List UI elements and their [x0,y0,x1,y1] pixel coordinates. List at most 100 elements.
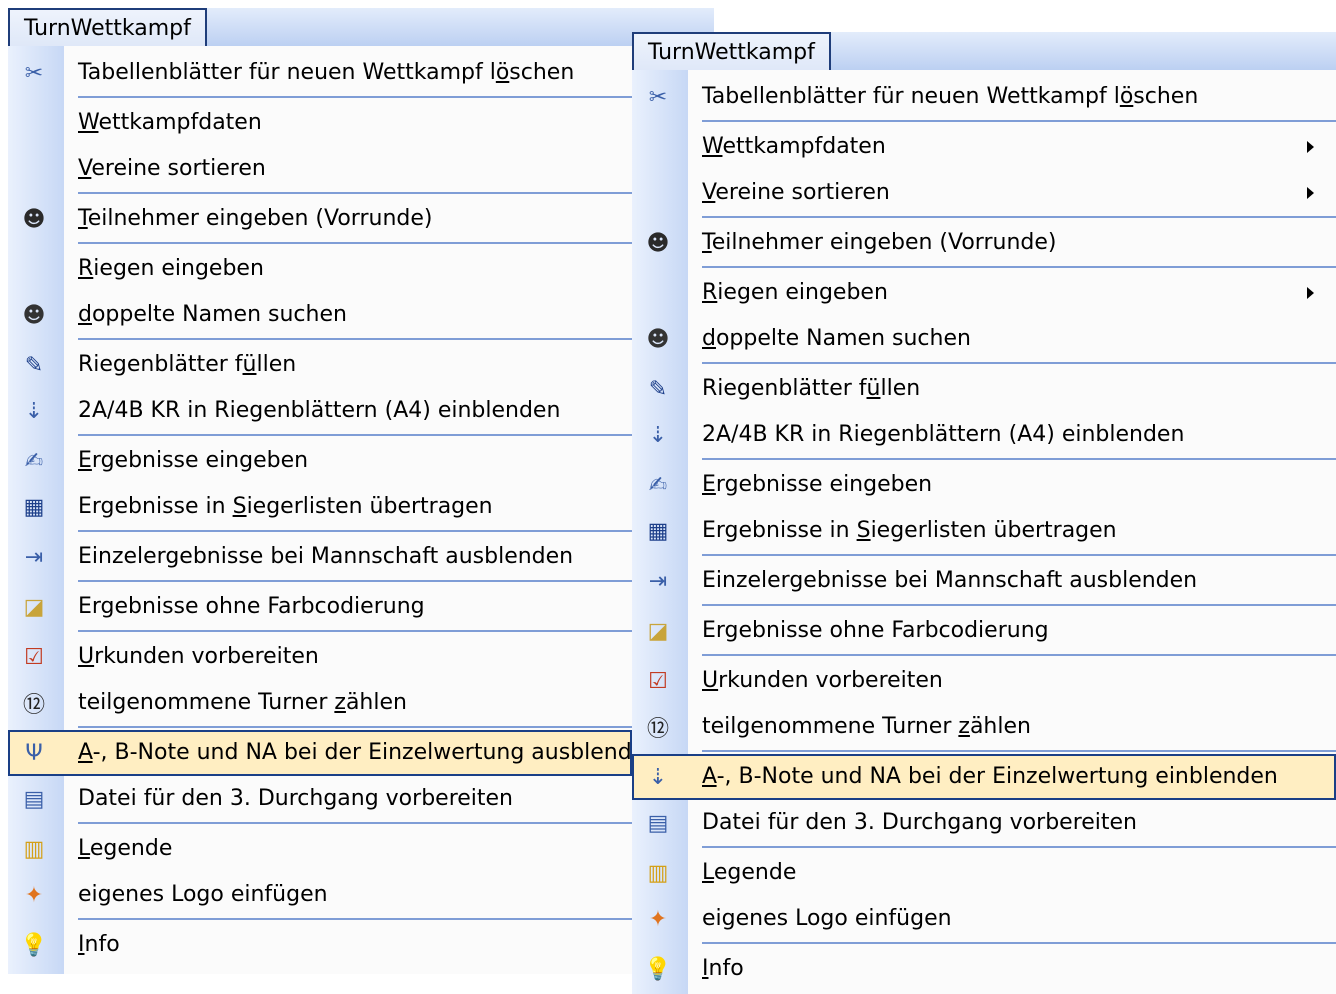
menu-separator [702,554,1336,556]
menu-item[interactable]: Ψ A-, B-Note und NA bei der Einzelwertung… [8,730,632,776]
menu-item-label: Ergebnisse in Siegerlisten übertragen [702,508,1117,554]
menu-item-label: A-, B-Note und NA bei der Einzelwertung … [702,756,1278,798]
menu-item[interactable]: Riegen eingeben [632,270,1336,316]
accelerator-key: z [334,690,346,715]
menu-item[interactable]: ✂ Tabellenblätter für neuen Wettkampf lös… [632,74,1336,120]
dropdown-panel: ✂ Tabellenblätter für neuen Wettkampf lös… [8,46,632,974]
menu-item[interactable]: ✂ Tabellenblätter für neuen Wettkampf lös… [8,50,632,96]
menu-item[interactable]: ✍ Ergebnisse eingeben [632,462,1336,508]
hierarchy-icon: ⇣ [648,764,668,790]
menu-item[interactable]: Wettkampfdaten [8,100,632,146]
menu-item-label: Einzelergebnisse bei Mannschaft ausblend… [78,534,573,580]
menu-item-text: rkunden vorbereiten [718,668,943,693]
accelerator-key: R [78,256,94,281]
menu-item[interactable]: ⇥ Einzelergebnisse bei Mannschaft ausblen… [632,558,1336,604]
menu-item-label: A-, B-Note und NA bei der Einzelwertung … [78,732,632,774]
menu-item-label: doppelte Namen suchen [702,316,971,362]
accelerator-key: U [78,644,95,669]
edit-icon: ✍ [24,448,44,474]
menu-item-label: Tabellenblätter für neuen Wettkampf lösc… [78,50,574,96]
grid-icon: ▤ [647,810,669,836]
menu-item-text: Tabellenblätter für neuen Wettkampf l [702,84,1120,109]
menu-item[interactable]: ✦ eigenes Logo einfügen [632,896,1336,942]
menu-item[interactable]: ✎ Riegenblätter füllen [632,366,1336,412]
menu-item-label: Urkunden vorbereiten [78,634,319,680]
books-icon: ▥ [23,836,45,862]
menu-separator [78,96,632,98]
accelerator-key: W [702,134,723,159]
menu-item-label: Wettkampfdaten [78,100,262,146]
menu-item-label: 2A/4B KR in Riegenblättern (A4) einblend… [78,388,560,434]
menu-item[interactable]: ▤ Datei für den 3. Durchgang vorbereiten [632,800,1336,846]
accelerator-key: ü [866,376,881,401]
menu-item[interactable]: Vereine sortieren [8,146,632,192]
menu-item[interactable]: ◪ Ergebnisse ohne Farbcodierung [632,608,1336,654]
pencil-form-icon: ✎ [648,376,668,402]
menu-item[interactable]: ▥ Legende [8,826,632,872]
menu-title[interactable]: TurnWettkampf [632,32,831,70]
menu-item-text: rgebnisse eingeben [715,472,933,497]
no-color-icon: ◪ [647,618,669,644]
menu-item[interactable]: ☻ doppelte Namen suchen [632,316,1336,362]
menu-item-label: Riegen eingeben [78,246,264,292]
menu-item[interactable]: Vereine sortieren [632,170,1336,216]
menu-item[interactable]: ✎ Riegenblätter füllen [8,342,632,388]
menu-left: TurnWettkampf ✂ Tabellenblätter für neuen… [8,8,714,974]
table-transfer-icon: ▦ [23,494,45,520]
menu-item[interactable]: ⑫ teilgenommene Turner zählen [8,680,632,726]
hide-arrow-icon: ⇥ [24,544,44,570]
menu-separator [702,362,1336,364]
menu-item[interactable]: ✍ Ergebnisse eingeben [8,438,632,484]
menu-item-text: Riegenblätter f [702,376,867,401]
menu-item-text: egende [713,860,797,885]
menu-item[interactable]: ✦ eigenes Logo einfügen [8,872,632,918]
submenu-arrow-icon [1307,287,1314,299]
accelerator-key: A [78,740,93,765]
menu-item[interactable]: ⇣ A-, B-Note und NA bei der Einzelwertung… [632,754,1336,800]
menu-item[interactable]: 💡 Info [8,922,632,968]
menu-item[interactable]: Wettkampfdaten [632,124,1336,170]
menu-item[interactable]: ▦ Ergebnisse in Siegerlisten übertragen [8,484,632,530]
menu-item[interactable]: ⇣ 2A/4B KR in Riegenblättern (A4) einblen… [8,388,632,434]
menu-separator [702,120,1336,122]
menu-item[interactable]: ☻ Teilnehmer eingeben (Vorrunde) [8,196,632,242]
menu-item[interactable]: ▤ Datei für den 3. Durchgang vorbereiten [8,776,632,822]
accelerator-key: V [702,180,716,205]
menu-item[interactable]: ⇣ 2A/4B KR in Riegenblättern (A4) einblen… [632,412,1336,458]
people-search-icon: ☻ [22,302,46,328]
accelerator-key: L [78,836,90,861]
menu-item[interactable]: ▦ Ergebnisse in Siegerlisten übertragen [632,508,1336,554]
menu-item-text: ählen [969,714,1031,739]
menu-item[interactable]: ☻ Teilnehmer eingeben (Vorrunde) [632,220,1336,266]
people-arrow-icon: ☻ [646,230,670,256]
menu-item-label: Vereine sortieren [702,170,890,216]
menu-item-text: Ergebnisse ohne Farbcodierung [78,594,425,619]
menu-title[interactable]: TurnWettkampf [8,8,207,46]
menu-item-text: iegen eingeben [93,256,264,281]
menu-item[interactable]: ◪ Ergebnisse ohne Farbcodierung [8,584,632,630]
edit-icon: ✍ [648,472,668,498]
menu-item-text: iegerlisten übertragen [870,518,1117,543]
calendar-12-icon: ⑫ [646,717,669,742]
accelerator-key: R [702,280,718,305]
menu-item[interactable]: 💡 Info [632,946,1336,992]
menu-item[interactable]: ☻ doppelte Namen suchen [8,292,632,338]
menu-separator [702,654,1336,656]
accelerator-key: E [78,448,92,473]
menu-item[interactable]: ☑ Urkunden vorbereiten [8,634,632,680]
menu-item[interactable]: ⑫ teilgenommene Turner zählen [632,704,1336,750]
menu-item[interactable]: ☑ Urkunden vorbereiten [632,658,1336,704]
menu-item[interactable]: ⇥ Einzelergebnisse bei Mannschaft ausblen… [8,534,632,580]
menu-item[interactable]: ▥ Legende [632,850,1336,896]
menu-item-label: Ergebnisse eingeben [78,438,308,484]
menu-item-label: Ergebnisse in Siegerlisten übertragen [78,484,493,530]
menu-item-text: Ergebnisse in [78,494,233,519]
menu-item-text: rgebnisse eingeben [91,448,309,473]
menu-separator [702,458,1336,460]
menu-item-text: Einzelergebnisse bei Mannschaft ausblend… [78,544,574,569]
menu-item-label: eigenes Logo einfügen [78,872,328,918]
menu-item-label: Tabellenblätter für neuen Wettkampf lösc… [702,74,1198,120]
menu-item[interactable]: Riegen eingeben [8,246,632,292]
menu-item-text: ettkampfdaten [722,134,886,159]
menu-item-text: ählen [345,690,407,715]
